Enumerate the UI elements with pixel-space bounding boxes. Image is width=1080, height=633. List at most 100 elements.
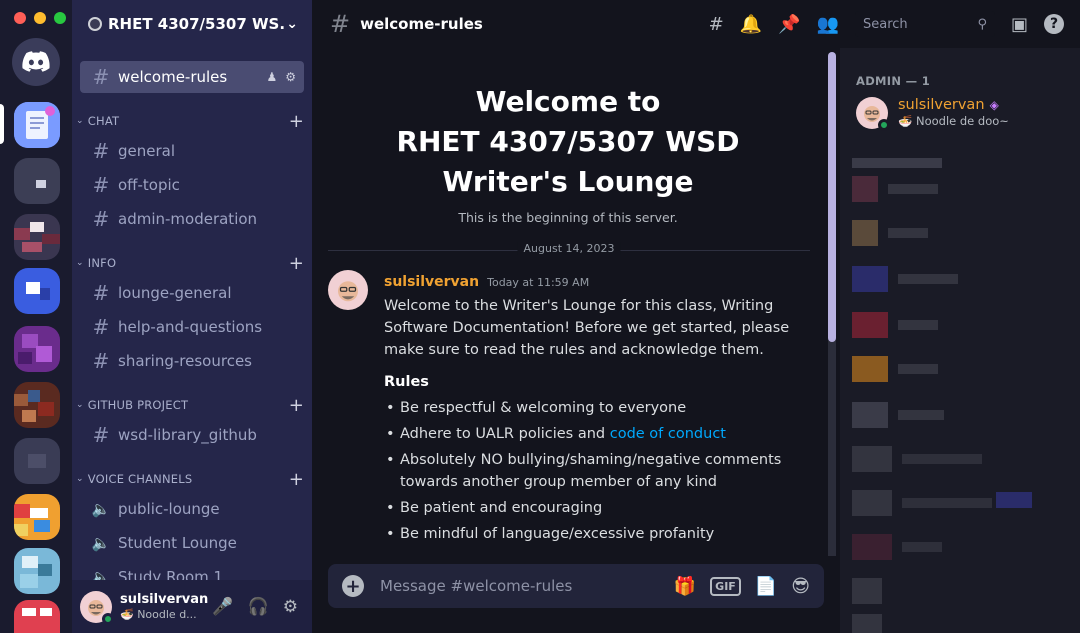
- help-icon[interactable]: ?: [1044, 14, 1064, 34]
- invite-icon[interactable]: ♟: [266, 70, 277, 84]
- microphone-icon[interactable]: 🎤: [212, 597, 233, 617]
- gift-icon[interactable]: 🎁: [674, 576, 696, 597]
- scrollbar-thumb[interactable]: [828, 52, 836, 342]
- message: sulsilvervan Today at 11:59 AM Welcome to…: [328, 270, 810, 545]
- member-list-icon[interactable]: 👥: [817, 14, 839, 35]
- close-window-button[interactable]: [14, 12, 26, 24]
- search-placeholder: Search: [862, 16, 908, 32]
- channel-sharing-resources[interactable]: # sharing-resources: [80, 345, 304, 377]
- user-panel: sulsilvervan 🍜 Noodle d... 🎤 🎧 ⚙: [72, 580, 312, 633]
- locked-hash-icon: #: [92, 281, 110, 305]
- server-icon-5[interactable]: [14, 326, 60, 372]
- gif-button[interactable]: GIF: [710, 576, 741, 596]
- chevron-down-icon: ⌄: [76, 116, 84, 126]
- hash-icon: #: [92, 349, 110, 373]
- discord-window: RHET 4307/5307 WS... ⌄ # welcome-rules ♟…: [0, 0, 1080, 633]
- channel-welcome-rules[interactable]: # welcome-rules ♟ ⚙: [80, 61, 304, 93]
- category-chat[interactable]: ⌄ CHAT +: [76, 111, 304, 132]
- channel-wsd-library-github[interactable]: # wsd-library_github: [80, 419, 304, 451]
- maximize-window-button[interactable]: [54, 12, 66, 24]
- chevron-down-icon: ⌄: [76, 400, 84, 410]
- channel-help-and-questions[interactable]: # help-and-questions: [80, 311, 304, 343]
- welcome-header: Welcome to RHET 4307/5307 WSD Writer's L…: [328, 82, 808, 225]
- channel-label: Student Lounge: [118, 534, 237, 552]
- search-input[interactable]: Search ⚲: [854, 11, 995, 37]
- channel-label: general: [118, 142, 176, 160]
- message-input[interactable]: Message #welcome-rules: [380, 577, 674, 595]
- member-status-text: Noodle de doo~: [915, 114, 1009, 128]
- member-admin[interactable]: sulsilvervan ◈ 🍜 Noodle de doo~: [856, 96, 1009, 131]
- locked-hash-icon: #: [92, 207, 110, 231]
- category-label: GITHUB PROJECT: [87, 398, 189, 412]
- welcome-line-2: RHET 4307/5307 WSD: [396, 125, 740, 158]
- message-author[interactable]: sulsilvervan: [384, 274, 479, 290]
- category-label: VOICE CHANNELS: [87, 472, 193, 486]
- server-header[interactable]: RHET 4307/5307 WS... ⌄: [72, 0, 312, 48]
- message-avatar[interactable]: [328, 270, 368, 310]
- channel-label: sharing-resources: [118, 352, 252, 370]
- avatar[interactable]: [80, 590, 114, 625]
- home-button[interactable]: [12, 38, 60, 86]
- category-label: CHAT: [87, 114, 120, 128]
- welcome-title: Welcome to RHET 4307/5307 WSD Writer's L…: [328, 82, 808, 202]
- member-group-header: ADMIN — 1: [856, 74, 931, 88]
- voice-channel-public-lounge[interactable]: 🔈 public-lounge: [80, 493, 304, 525]
- server-icon-4[interactable]: [14, 268, 60, 314]
- scrollbar[interactable]: [828, 52, 836, 562]
- list-item: Absolutely NO bullying/shaming/negative …: [384, 449, 810, 493]
- hash-icon: #: [330, 10, 351, 38]
- noodle-emoji-icon: 🍜: [120, 607, 134, 621]
- channel-lounge-general[interactable]: # lounge-general: [80, 277, 304, 309]
- channel-admin-moderation[interactable]: # admin-moderation: [80, 203, 304, 235]
- memoji-avatar-icon: [338, 281, 358, 302]
- headphones-icon[interactable]: 🎧: [248, 597, 269, 617]
- message-timestamp: Today at 11:59 AM: [487, 276, 590, 289]
- channel-off-topic[interactable]: # off-topic: [80, 169, 304, 201]
- gear-icon[interactable]: ⚙: [283, 597, 298, 617]
- minimize-window-button[interactable]: [34, 12, 46, 24]
- create-channel-icon[interactable]: +: [289, 253, 304, 274]
- category-github-project[interactable]: ⌄ GITHUB PROJECT +: [76, 395, 304, 416]
- channel-general[interactable]: # general: [80, 135, 304, 167]
- voice-channel-student-lounge[interactable]: 🔈 Student Lounge: [80, 527, 304, 559]
- server-icon-rhet-wsd[interactable]: [14, 102, 60, 148]
- channel-header: # welcome-rules # 🔔 📌 👥 Search ⚲ ▣ ?: [312, 0, 1080, 48]
- create-channel-icon[interactable]: +: [289, 395, 304, 416]
- rule-text: Adhere to UALR policies and: [400, 426, 610, 442]
- server-icon-2[interactable]: [14, 158, 60, 204]
- server-icon-6[interactable]: [14, 382, 60, 428]
- member-status: 🍜 Noodle de doo~: [898, 113, 1009, 129]
- user-status-text: Noodle d...: [137, 607, 197, 621]
- list-item: Be respectful & welcoming to everyone: [384, 397, 810, 419]
- selected-server-indicator: [0, 104, 4, 144]
- gear-icon[interactable]: ⚙: [285, 70, 296, 84]
- server-icon-7[interactable]: [14, 438, 60, 484]
- emoji-icon[interactable]: 😎: [791, 576, 810, 597]
- noodle-emoji-icon: 🍜: [898, 114, 913, 128]
- server-icon-10[interactable]: [14, 600, 60, 633]
- window-controls: [14, 12, 66, 24]
- pin-icon[interactable]: 📌: [778, 14, 800, 35]
- hash-icon: #: [92, 173, 110, 197]
- sticker-icon[interactable]: 📄: [755, 576, 777, 597]
- channel-label: lounge-general: [118, 284, 232, 302]
- server-name: RHET 4307/5307 WS...: [108, 15, 287, 33]
- server-icon-8[interactable]: [14, 494, 60, 540]
- bell-icon[interactable]: 🔔: [740, 14, 762, 35]
- code-of-conduct-link[interactable]: code of conduct: [610, 426, 726, 442]
- channel-label: public-lounge: [118, 500, 220, 518]
- inbox-icon[interactable]: ▣: [1011, 14, 1028, 35]
- create-channel-icon[interactable]: +: [289, 111, 304, 132]
- channel-label: admin-moderation: [118, 210, 258, 228]
- category-voice-channels[interactable]: ⌄ VOICE CHANNELS +: [76, 469, 304, 490]
- category-info[interactable]: ⌄ INFO +: [76, 253, 304, 274]
- category-label: INFO: [87, 256, 117, 270]
- server-icon-9[interactable]: [14, 548, 60, 594]
- welcome-subtitle: This is the beginning of this server.: [458, 210, 678, 225]
- create-channel-icon[interactable]: +: [289, 469, 304, 490]
- threads-icon[interactable]: #: [709, 14, 724, 35]
- hash-icon: #: [92, 139, 110, 163]
- add-attachment-icon[interactable]: +: [342, 575, 364, 597]
- server-icon-3[interactable]: [14, 214, 60, 260]
- channel-label: off-topic: [118, 176, 180, 194]
